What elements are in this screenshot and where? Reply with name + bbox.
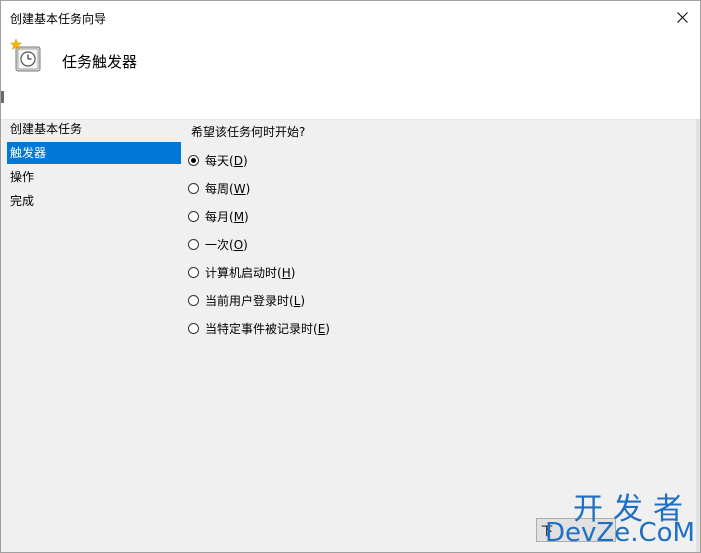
radio-daily[interactable]: 每天(D) <box>188 152 248 169</box>
sidebar-item-action[interactable]: 操作 <box>7 166 181 188</box>
radio-label: 每天(D) <box>205 154 248 168</box>
radio-label: 一次(O) <box>205 238 248 252</box>
radio-button-checked[interactable] <box>188 155 199 166</box>
close-icon <box>676 11 688 23</box>
window-edge-marker <box>1 91 4 103</box>
radio-button[interactable] <box>188 183 199 194</box>
page-title: 任务触发器 <box>62 53 138 71</box>
wizard-steps-sidebar: 创建基本任务 触发器 操作 完成 <box>7 118 181 214</box>
sidebar-item-trigger[interactable]: 触发器 <box>7 142 181 164</box>
radio-button[interactable] <box>188 239 199 250</box>
sidebar-item-label: 触发器 <box>10 146 47 160</box>
window-title: 创建基本任务向导 <box>10 12 107 26</box>
radio-event-logged[interactable]: 当特定事件被记录时(E) <box>188 320 330 337</box>
radio-label: 计算机启动时(H) <box>205 266 296 280</box>
radio-computer-startup[interactable]: 计算机启动时(H) <box>188 264 295 281</box>
task-scheduler-clock-icon <box>10 39 41 72</box>
watermark-text-bottom: DevZe.CoM <box>545 518 695 548</box>
sidebar-item-label: 创建基本任务 <box>10 122 83 136</box>
wizard-window: 创建基本任务向导 任务触发器 创建基本任务 触发器 操作 完成 希望该任务何时开… <box>0 0 701 553</box>
radio-button[interactable] <box>188 267 199 278</box>
radio-label: 每周(W) <box>205 182 251 196</box>
radio-button[interactable] <box>188 323 199 334</box>
trigger-question: 希望该任务何时开始? <box>191 125 306 139</box>
sidebar-item-label: 操作 <box>10 170 35 184</box>
radio-button[interactable] <box>188 295 199 306</box>
radio-button[interactable] <box>188 211 199 222</box>
radio-weekly[interactable]: 每周(W) <box>188 180 250 197</box>
close-button[interactable] <box>664 1 700 33</box>
sidebar-item-label: 完成 <box>10 194 35 208</box>
wizard-header: 任务触发器 <box>1 33 700 120</box>
sidebar-item-create-basic-task[interactable]: 创建基本任务 <box>7 118 181 140</box>
radio-label: 当特定事件被记录时(E) <box>205 322 330 336</box>
radio-monthly[interactable]: 每月(M) <box>188 208 249 225</box>
radio-once[interactable]: 一次(O) <box>188 236 248 253</box>
radio-user-logon[interactable]: 当前用户登录时(L) <box>188 292 305 309</box>
radio-label: 当前用户登录时(L) <box>205 294 306 308</box>
watermark-logo: 开发者 DevZe.CoM <box>521 484 699 550</box>
radio-label: 每月(M) <box>205 210 249 224</box>
sidebar-item-finish[interactable]: 完成 <box>7 190 181 212</box>
title-bar: 创建基本任务向导 <box>1 1 700 33</box>
